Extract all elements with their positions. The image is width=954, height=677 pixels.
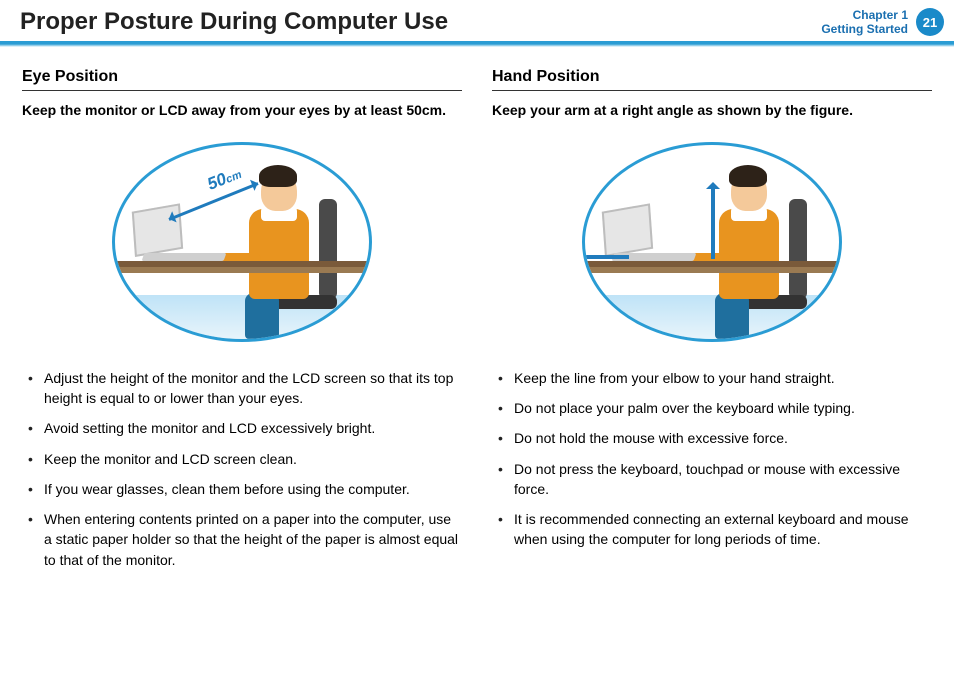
page-header: Proper Posture During Computer Use Chapt… [0,0,954,44]
person-leg [715,293,749,339]
hand-position-heading: Hand Position [492,68,932,91]
eye-position-figure-wrap: 50cm [22,142,462,342]
person-hair [729,165,767,187]
person-leg [245,293,279,339]
list-item: Do not press the keyboard, touchpad or m… [492,459,932,500]
list-item: Do not place your palm over the keyboard… [492,398,932,418]
hand-position-column: Hand Position Keep your arm at a right a… [492,68,932,580]
hand-position-figure-wrap [492,142,932,342]
list-item: It is recommended connecting an external… [492,509,932,550]
eye-position-bullets: Adjust the height of the monitor and the… [22,368,462,570]
distance-value: 50 [205,169,230,194]
chapter-line2: Getting Started [821,22,908,36]
chapter-line1: Chapter 1 [821,8,908,22]
desk-edge [585,267,839,273]
chapter-box: Chapter 1 Getting Started 21 [821,8,944,37]
list-item: Keep the line from your elbow to your ha… [492,368,932,388]
laptop-screen [132,203,183,257]
list-item: If you wear glasses, clean them before u… [22,479,462,499]
laptop-base [142,253,227,261]
eye-position-subtext: Keep the monitor or LCD away from your e… [22,101,462,120]
hand-position-bullets: Keep the line from your elbow to your ha… [492,368,932,550]
right-angle-horizontal-icon [582,255,629,259]
distance-unit: cm [224,168,243,185]
right-angle-vertical-icon [711,189,715,259]
list-item: Do not hold the mouse with excessive for… [492,428,932,448]
list-item: Adjust the height of the monitor and the… [22,368,462,409]
page-title: Proper Posture During Computer Use [20,8,448,36]
chair-back [789,199,807,299]
chair-back [319,199,337,299]
content-columns: Eye Position Keep the monitor or LCD awa… [0,44,954,590]
laptop-screen [602,203,653,257]
eye-position-figure: 50cm [112,142,372,342]
list-item: Avoid setting the monitor and LCD excess… [22,418,462,438]
chapter-label: Chapter 1 Getting Started [821,8,908,37]
eye-position-column: Eye Position Keep the monitor or LCD awa… [22,68,462,580]
page-number-badge: 21 [916,8,944,36]
desk-edge [115,267,369,273]
hand-position-figure [582,142,842,342]
hand-position-subtext: Keep your arm at a right angle as shown … [492,101,932,120]
list-item: When entering contents printed on a pape… [22,509,462,570]
list-item: Keep the monitor and LCD screen clean. [22,449,462,469]
eye-position-heading: Eye Position [22,68,462,91]
